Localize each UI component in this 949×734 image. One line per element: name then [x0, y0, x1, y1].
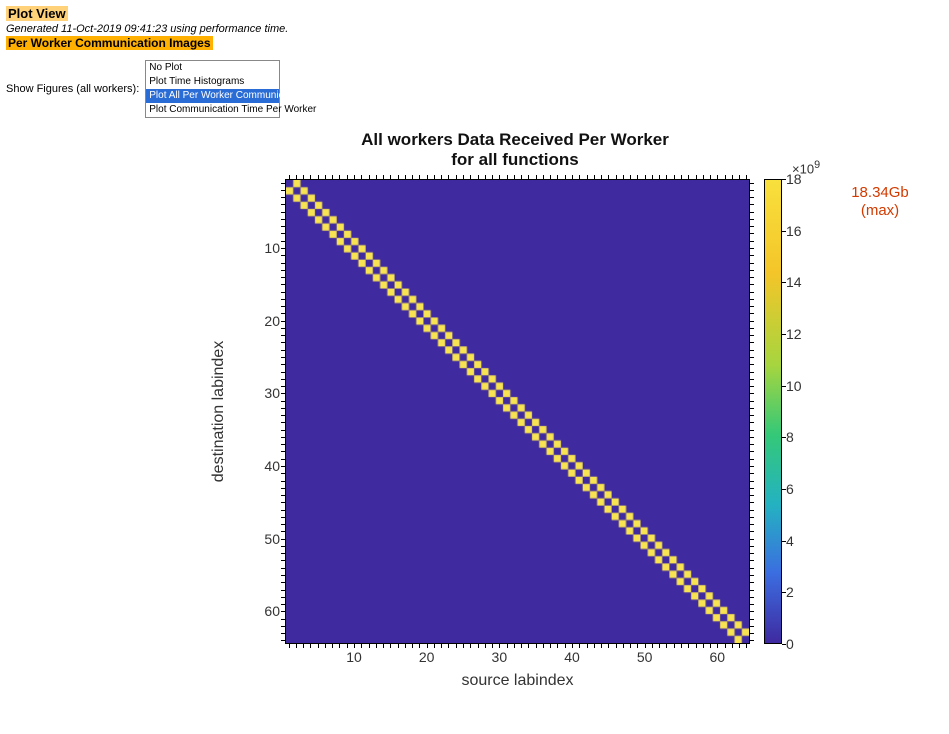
y-tick: 10 — [255, 240, 280, 256]
colorbar-tick: 2 — [786, 584, 794, 600]
show-figures-option[interactable]: Plot All Per Worker Communication — [146, 89, 279, 103]
heatmap — [285, 179, 750, 644]
colorbar-tick: 14 — [786, 274, 802, 290]
x-tick: 40 — [557, 649, 587, 665]
x-tick: 50 — [630, 649, 660, 665]
y-tick: 30 — [255, 385, 280, 401]
x-tick: 60 — [702, 649, 732, 665]
generated-line: Generated 11-Oct-2019 09:41:23 using per… — [6, 23, 288, 35]
colorbar-tick: 4 — [786, 533, 794, 549]
max-annotation: 18.34Gb (max) — [840, 184, 920, 220]
y-tick: 60 — [255, 603, 280, 619]
y-tick: 40 — [255, 458, 280, 474]
colorbar-tick: 8 — [786, 429, 794, 445]
section-title: Per Worker Communication Images — [6, 36, 213, 50]
colorbar-tick: 12 — [786, 326, 802, 342]
page-title: Plot View — [6, 6, 68, 21]
colorbar-tick: 6 — [786, 481, 794, 497]
y-tick: 50 — [255, 531, 280, 547]
x-tick: 10 — [339, 649, 369, 665]
x-tick: 30 — [484, 649, 514, 665]
show-figures-label: Show Figures (all workers): — [6, 83, 139, 95]
colorbar-tick: 0 — [786, 636, 794, 652]
show-figures-option[interactable]: No Plot — [146, 61, 279, 75]
colorbar-tick: 16 — [786, 223, 802, 239]
x-axis-label: source labindex — [285, 672, 750, 690]
show-figures-option[interactable]: Plot Time Histograms — [146, 75, 279, 89]
show-figures-listbox[interactable]: No PlotPlot Time HistogramsPlot All Per … — [145, 60, 280, 118]
show-figures-option[interactable]: Plot Communication Time Per Worker — [146, 103, 279, 117]
x-tick: 20 — [412, 649, 442, 665]
chart-title: All workers Data Received Per Worker for… — [280, 130, 750, 170]
colorbar-tick: 10 — [786, 378, 802, 394]
colorbar-tick: 18 — [786, 171, 802, 187]
chart-area: All workers Data Received Per Worker for… — [0, 124, 949, 714]
y-tick: 20 — [255, 313, 280, 329]
colorbar — [764, 179, 782, 644]
y-axis-label: destination labindex — [210, 179, 228, 644]
